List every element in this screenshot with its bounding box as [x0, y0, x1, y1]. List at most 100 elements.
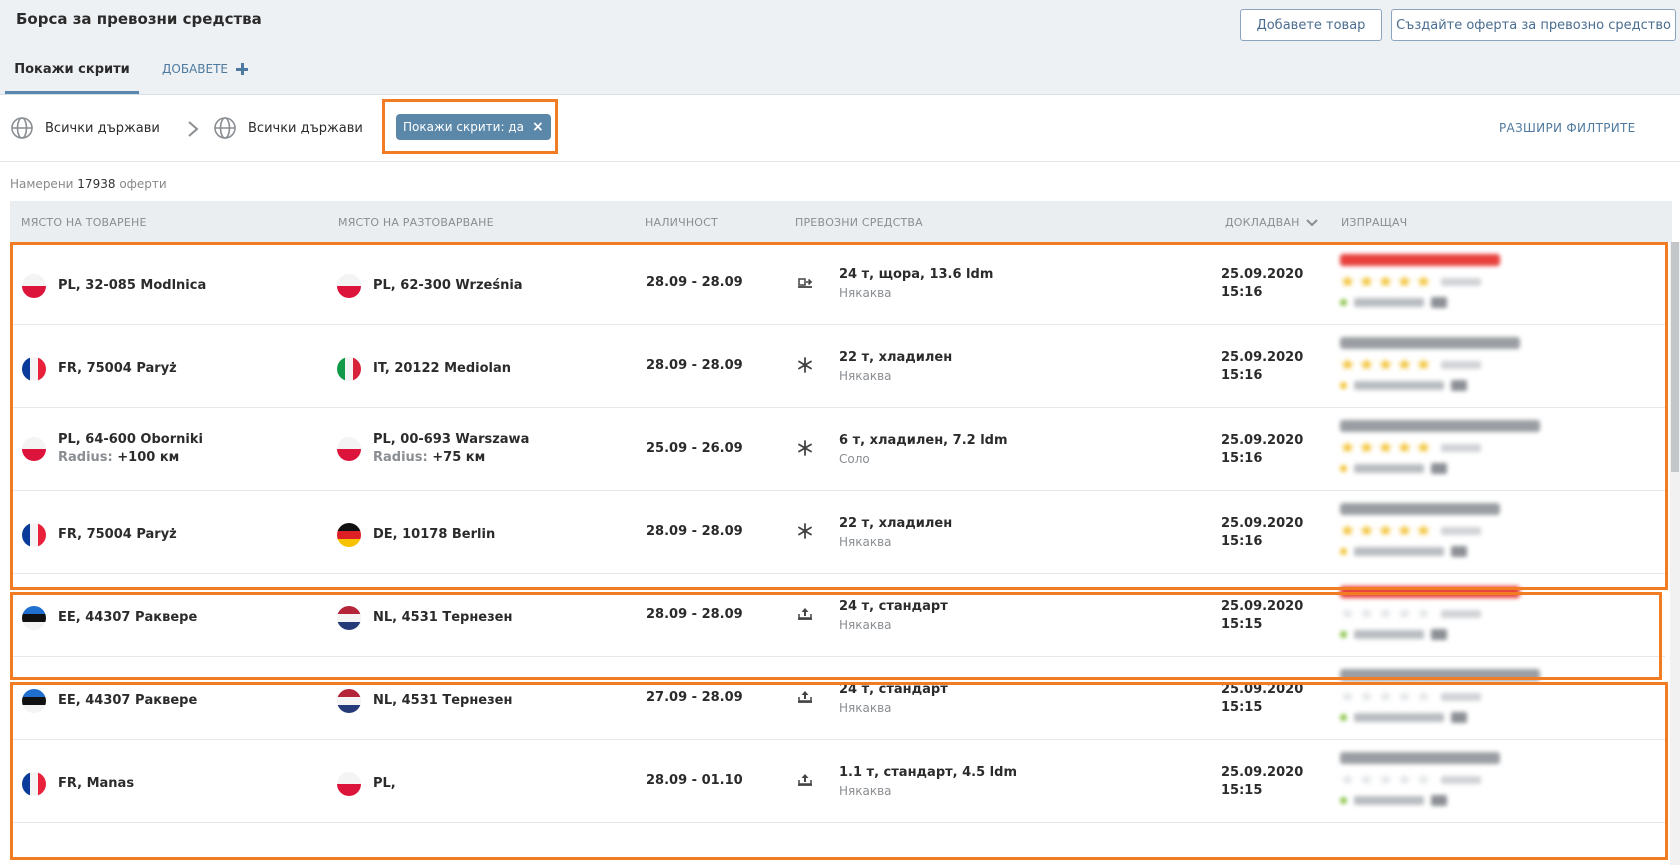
vehicle-spec: 24 т, стандарт [839, 682, 948, 697]
star-icon [1416, 773, 1431, 785]
nl-flag-icon [337, 606, 361, 630]
nl-flag-icon [337, 689, 361, 713]
sender-info-blurred[interactable] [1340, 669, 1560, 735]
sender-info-blurred[interactable] [1340, 586, 1560, 652]
star-icon [1397, 773, 1412, 785]
freight-exchange-page: { "header": { "title": "Борса за превозн… [0, 0, 1680, 865]
scrollbar-thumb[interactable] [1671, 242, 1679, 472]
vehicle-type: Някаква [839, 535, 892, 549]
star-icon [1378, 524, 1393, 536]
vehicle-info: 24 т, стандарт Някаква [839, 681, 948, 717]
ee-flag-icon [22, 606, 46, 630]
unload-place-text: PL, 62-300 Września [373, 278, 523, 293]
availability-dates: 27.09 - 28.09 [646, 690, 743, 705]
reported-datetime: 25.09.2020 15:16 [1221, 432, 1303, 468]
column-availability[interactable]: НАЛИЧНОСТ [645, 216, 718, 229]
results-suffix: оферти [119, 177, 167, 191]
tipper-truck-icon [796, 688, 814, 706]
add-goods-button[interactable]: Добавете товар [1240, 9, 1382, 41]
star-icon [1340, 524, 1355, 536]
vehicle-spec: 22 т, хладилен [839, 350, 953, 365]
sender-rating [1340, 607, 1560, 620]
filter-chip-show-hidden[interactable]: Покажи скрити: да × [396, 114, 551, 140]
star-icon [1340, 358, 1355, 370]
table-header: МЯСТО НА ТОВАРЕНЕ МЯСТО НА РАЗТОВАРВАНЕ … [10, 201, 1672, 242]
radius-label: Radius: [373, 450, 428, 465]
star-icon [1416, 524, 1431, 536]
reported-date: 25.09.2020 [1221, 765, 1304, 780]
create-vehicle-offer-button[interactable]: Създайте оферта за превозно средство [1391, 9, 1676, 41]
results-number: 17938 [77, 177, 116, 191]
sender-info-blurred[interactable] [1340, 337, 1560, 403]
load-place: FR, Manas [22, 772, 134, 796]
table-row[interactable]: FR, 75004 Paryż DE, 10178 Berlin 28.09 - 2… [10, 491, 1665, 574]
sender-info-blurred[interactable] [1340, 254, 1560, 320]
unload-place-text: NL, 4531 Тернезен [373, 693, 513, 708]
load-place-text: FR, Manas [58, 776, 135, 791]
from-country-label: Всички държави [45, 120, 160, 136]
filter-chip-label: Покажи скрити: да [403, 120, 524, 134]
load-place-text: FR, 75004 Paryż [58, 527, 177, 542]
sender-rating [1340, 358, 1560, 371]
from-country-filter[interactable]: Всички държави [10, 116, 160, 140]
vehicle-spec: 24 т, стандарт [839, 599, 948, 614]
vehicle-info: 24 т, щора, 13.6 ldm Някаква [839, 266, 993, 302]
page-header: Борса за превозни средства Добавете това… [0, 0, 1680, 95]
vehicle-type: Някаква [839, 618, 892, 632]
column-reported[interactable]: ДОКЛАДВАН [1225, 216, 1318, 229]
sender-rating [1340, 441, 1560, 454]
results-prefix: Намерени [10, 177, 74, 191]
sender-info-blurred[interactable] [1340, 752, 1560, 818]
column-reported-label: ДОКЛАДВАН [1225, 216, 1300, 229]
tab-show-hidden[interactable]: Покажи скрити [5, 48, 139, 94]
sender-info-blurred[interactable] [1340, 420, 1560, 486]
unload-place-text: DE, 10178 Berlin [373, 527, 496, 542]
expand-filters-link[interactable]: РАЗШИРИ ФИЛТРИТЕ [1499, 121, 1636, 135]
sender-info-blurred[interactable] [1340, 503, 1560, 569]
to-country-label: Всички държави [248, 120, 363, 136]
reported-datetime: 25.09.2020 15:15 [1221, 681, 1303, 717]
star-icon [1397, 275, 1412, 287]
snowflake-icon [796, 356, 814, 374]
sender-rating [1340, 524, 1560, 537]
unload-place-text: PL, 00-693 Warszawa [373, 432, 530, 447]
availability-dates: 28.09 - 28.09 [646, 524, 743, 539]
radius-value: +100 км [117, 450, 180, 465]
table-row[interactable]: FR, Manas PL, 28.09 - 01.10 1.1 т, стандарт… [10, 740, 1665, 823]
to-country-filter[interactable]: Всички държави [213, 116, 363, 140]
column-vehicles[interactable]: ПРЕВОЗНИ СРЕДСТВА [795, 216, 923, 229]
unload-place: NL, 4531 Тернезен [337, 606, 512, 630]
sender-name-redacted [1340, 503, 1500, 515]
tipper-truck-icon [796, 605, 814, 623]
sender-name-redacted [1340, 420, 1540, 432]
plus-icon [236, 63, 248, 75]
tipper-truck-icon [796, 771, 814, 789]
reported-date: 25.09.2020 [1221, 350, 1304, 365]
star-icon [1378, 690, 1393, 702]
star-icon [1340, 773, 1355, 785]
table-row[interactable]: FR, 75004 Paryż IT, 20122 Mediolan 28.09 -… [10, 325, 1665, 408]
scrollbar[interactable] [1670, 242, 1680, 865]
star-icon [1416, 275, 1431, 287]
vehicle-type: Някаква [839, 369, 892, 383]
table-row[interactable]: EE, 44307 Раквере NL, 4531 Тернезен 27.09 … [10, 657, 1665, 740]
vehicle-info: 6 т, хладилен, 7.2 ldm Соло [839, 432, 1008, 468]
fr-flag-icon [22, 772, 46, 796]
add-tab-button[interactable]: ДОБАВЕТЕ [162, 62, 248, 76]
reported-date: 25.09.2020 [1221, 682, 1304, 697]
unload-place: PL, 00-693 Warszawa Radius: +75 км [337, 431, 529, 467]
star-icon [1378, 773, 1393, 785]
it-flag-icon [337, 357, 361, 381]
unload-place-text: IT, 20122 Mediolan [373, 361, 511, 376]
column-unload[interactable]: МЯСТО НА РАЗТОВАРВАНЕ [338, 216, 494, 229]
table-row[interactable]: PL, 32-085 Modlnica PL, 62-300 Września 28… [10, 242, 1665, 325]
reported-time: 15:15 [1221, 617, 1263, 632]
pl-flag-icon [337, 274, 361, 298]
column-load[interactable]: МЯСТО НА ТОВАРЕНЕ [21, 216, 147, 229]
results-count: Намерени 17938 оферти [10, 177, 167, 191]
table-row[interactable]: EE, 44307 Раквере NL, 4531 Тернезен 28.09 … [10, 574, 1665, 657]
close-icon[interactable]: × [532, 119, 544, 135]
chevron-down-icon [1305, 218, 1318, 226]
column-sender[interactable]: ИЗПРАЩАЧ [1341, 216, 1407, 229]
table-row[interactable]: PL, 64-600 Oborniki Radius: +100 км PL, 00… [10, 408, 1665, 491]
